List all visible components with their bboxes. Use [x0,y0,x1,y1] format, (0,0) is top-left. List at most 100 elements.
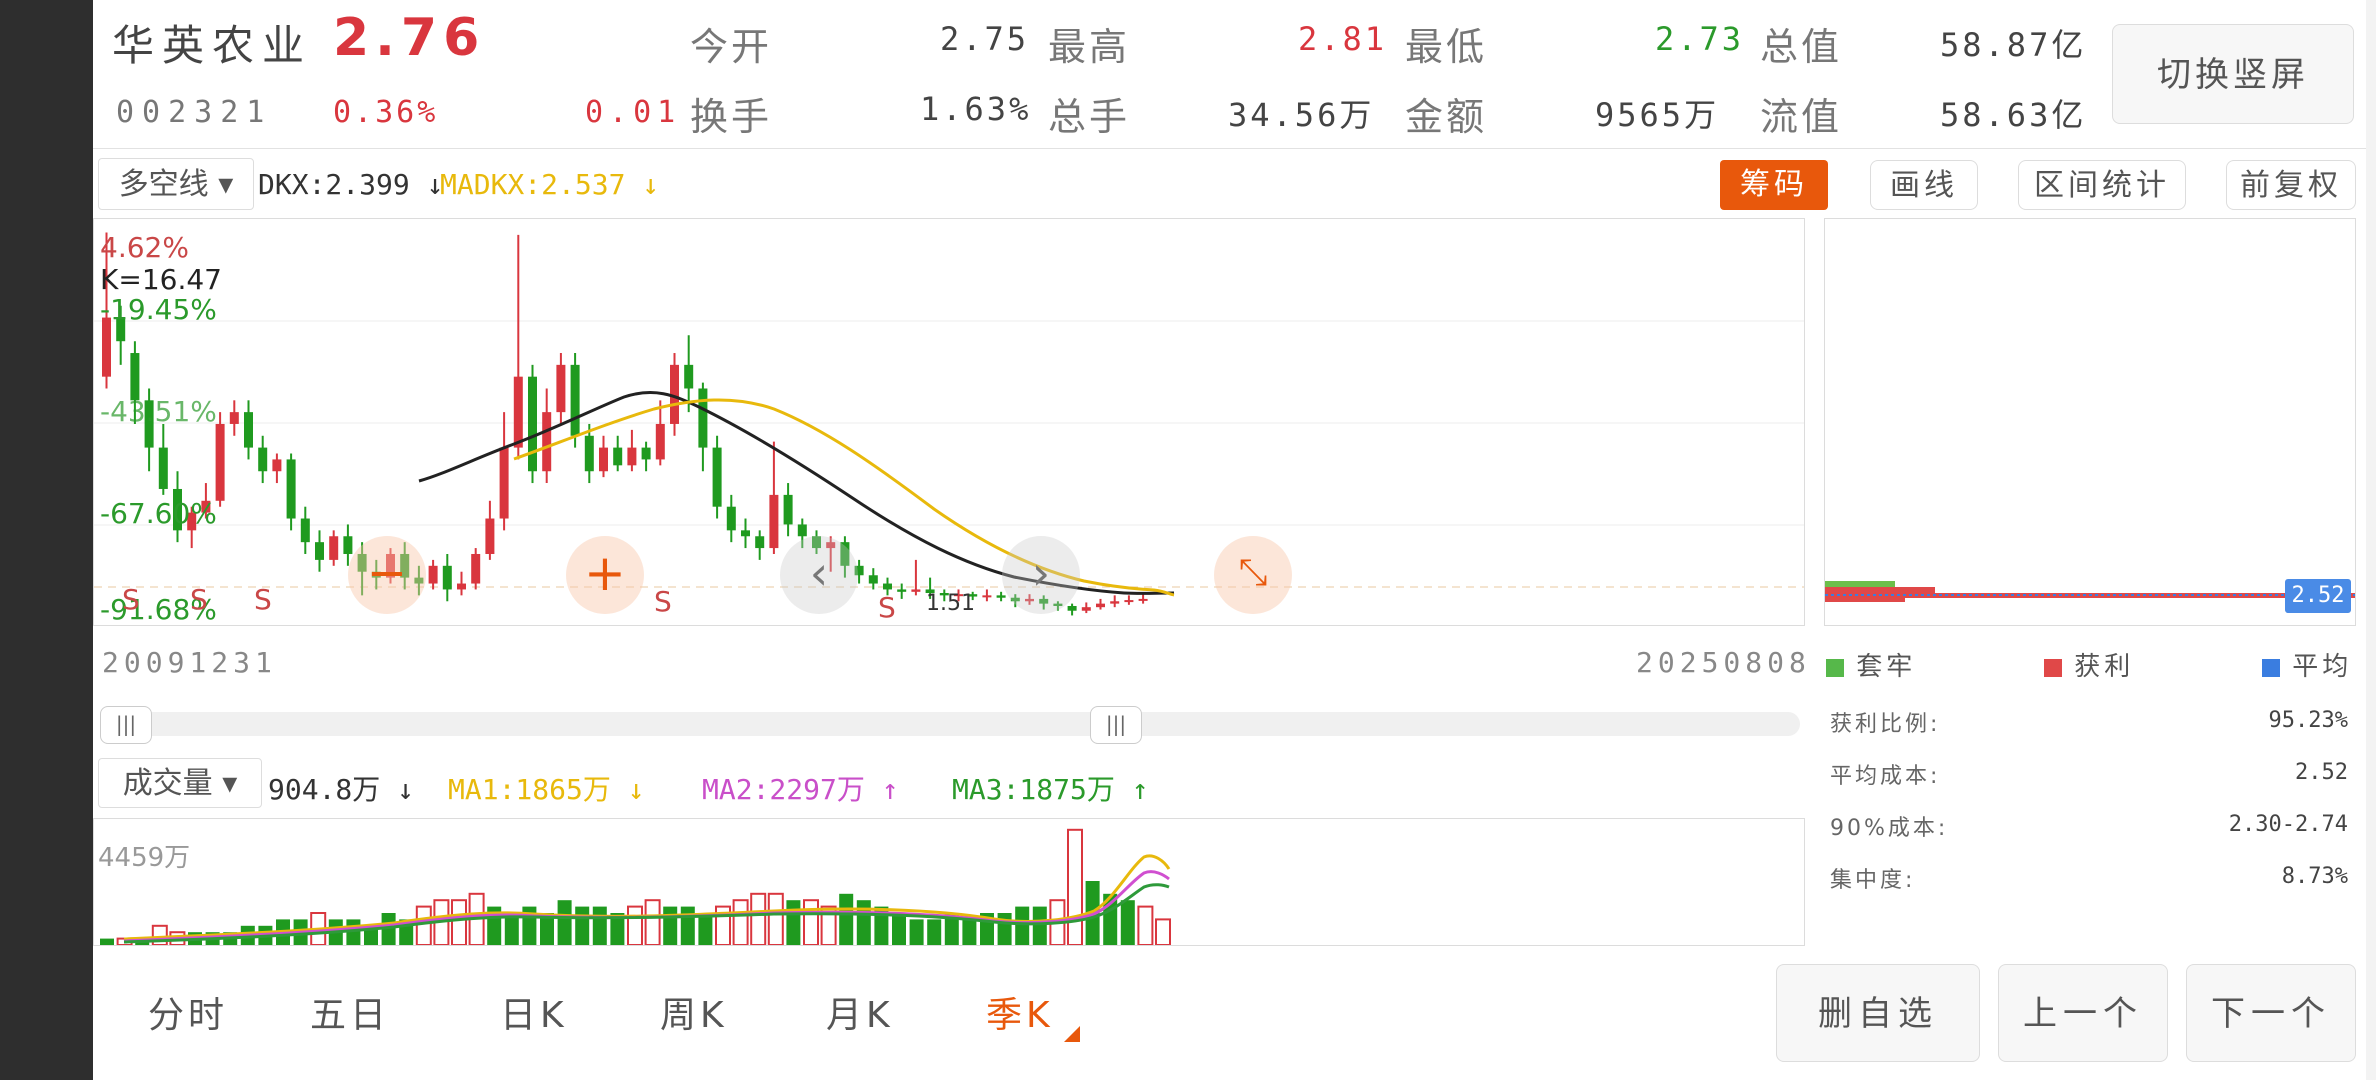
candle-body [499,447,509,519]
tab-daily-k[interactable]: 日K [500,986,568,1038]
volume-bar [575,906,590,945]
stat-label: 集中度: [1830,868,1916,893]
zoom-out-button[interactable]: − [348,536,426,614]
candle-body [627,447,637,466]
sell-marker: S [254,583,272,616]
candle-body [485,518,495,554]
delete-watchlist-button[interactable]: 删自选 [1776,964,1980,1062]
candle-body [1110,601,1120,604]
high-label: 最高 [1048,25,1131,69]
candle-body [655,423,665,460]
candle-body [897,589,907,592]
sell-marker: S [122,583,140,616]
volume-bar [750,892,767,945]
switch-orientation-button[interactable]: 切换竖屏 [2112,24,2354,124]
volume-svg [100,828,1171,945]
open-value: 2.75 [940,20,1030,58]
tab-weekly-k[interactable]: 周K [660,986,728,1038]
chips-button[interactable]: 筹码 [1720,160,1828,210]
axis-label-4: -67.60% [100,497,217,530]
volume-bar [1137,905,1154,945]
left-system-bar [0,0,93,1080]
candle-body [513,376,523,448]
tab-quarterly-k[interactable]: 季K [986,986,1054,1038]
volume-ma1: MA1:1865万 ↓ [448,773,645,806]
candle-body [300,518,310,543]
right-scrollbar[interactable] [2366,0,2376,1080]
tab-intraday[interactable]: 分时 [148,986,228,1038]
stat-value: 95.23% [2268,708,2348,733]
volume-bar [892,913,906,945]
candle-body [215,423,225,501]
range-slider-right-handle[interactable]: ||| [1090,706,1142,744]
axis-label-3: -43.51% [100,395,217,428]
volume-bar [644,899,661,945]
draw-line-button[interactable]: 画线 [1870,160,1978,210]
tab-monthly-k[interactable]: 月K [826,986,894,1038]
legend-profit: 获利 [2044,646,2134,683]
legend-trapped: 套牢 [1826,646,1916,683]
volume-bar [451,899,467,945]
volume-indicator-select[interactable]: 成交量 ▾ [98,758,262,808]
candle-body [613,447,623,466]
volume-bar [786,900,801,945]
candle-body [868,575,878,584]
mktcap-value: 58.87亿 [1940,26,2087,64]
minus-icon: − [366,545,408,601]
volume-current: 904.8万 ↓ [268,773,415,806]
candle-body [755,536,765,549]
candle-body [1067,605,1077,611]
next-stock-button[interactable]: 下一个 [2186,964,2356,1062]
volume-bar [1120,900,1135,945]
chevron-right-icon: › [1031,546,1051,600]
candle-body [286,459,296,519]
candle-body [797,524,807,537]
legend-average-label: 平均 [2292,652,2353,682]
legend-trapped-label: 套牢 [1856,652,1917,682]
volume-bar [732,899,749,945]
candle-body [442,565,452,590]
volume-bar [856,900,871,945]
scroll-left-button[interactable]: ‹ [780,536,858,614]
volume-bar [962,919,977,945]
tab-five-day[interactable]: 五日 [310,986,390,1038]
mktcap-label: 总值 [1760,25,1843,69]
previous-stock-button[interactable]: 上一个 [1998,964,2168,1062]
chevron-down-icon: ▾ [212,766,238,801]
candle-body [996,595,1006,598]
legend-swatch-blue [2262,659,2280,677]
collapse-button[interactable]: ⤡ [1214,536,1292,614]
legend-profit-label: 获利 [2074,652,2135,682]
plus-icon: + [584,544,626,602]
scroll-right-button[interactable]: › [1002,536,1080,614]
range-stats-button[interactable]: 区间统计 [2018,160,2186,210]
candle-body [1124,600,1134,603]
candle-body [471,553,481,584]
volume-bar [100,938,114,945]
indicator-select[interactable]: 多空线 ▾ [98,158,254,210]
zoom-in-button[interactable]: + [566,536,644,614]
candle-body [684,364,694,389]
volume-bar [592,906,607,945]
turnover-value: 1.63% [920,90,1032,128]
change-amount: 0.01 [585,95,682,130]
candle-body [741,530,750,537]
open-label: 今开 [690,25,773,69]
chevron-left-icon: ‹ [809,546,829,600]
range-slider-track[interactable] [100,712,1800,736]
amount-value: 9565万 [1595,96,1720,134]
float-value: 58.63亿 [1940,96,2087,134]
volume-label: 总手 [1048,95,1131,139]
chip-svg [1825,581,2355,602]
stat-value: 2.30-2.74 [2228,812,2348,837]
candle-body [244,412,253,448]
indicator-select-label: 多空线 [118,167,209,202]
high-value: 2.81 [1298,20,1388,58]
volume-bar [415,905,432,945]
low-value: 2.73 [1655,20,1745,58]
volume-max-label: 4459万 [98,843,191,873]
volume-bar [839,893,854,945]
adjust-button[interactable]: 前复权 [2226,160,2356,210]
range-slider-left-handle[interactable]: ||| [100,706,152,744]
stat-value: 8.73% [2281,864,2348,889]
